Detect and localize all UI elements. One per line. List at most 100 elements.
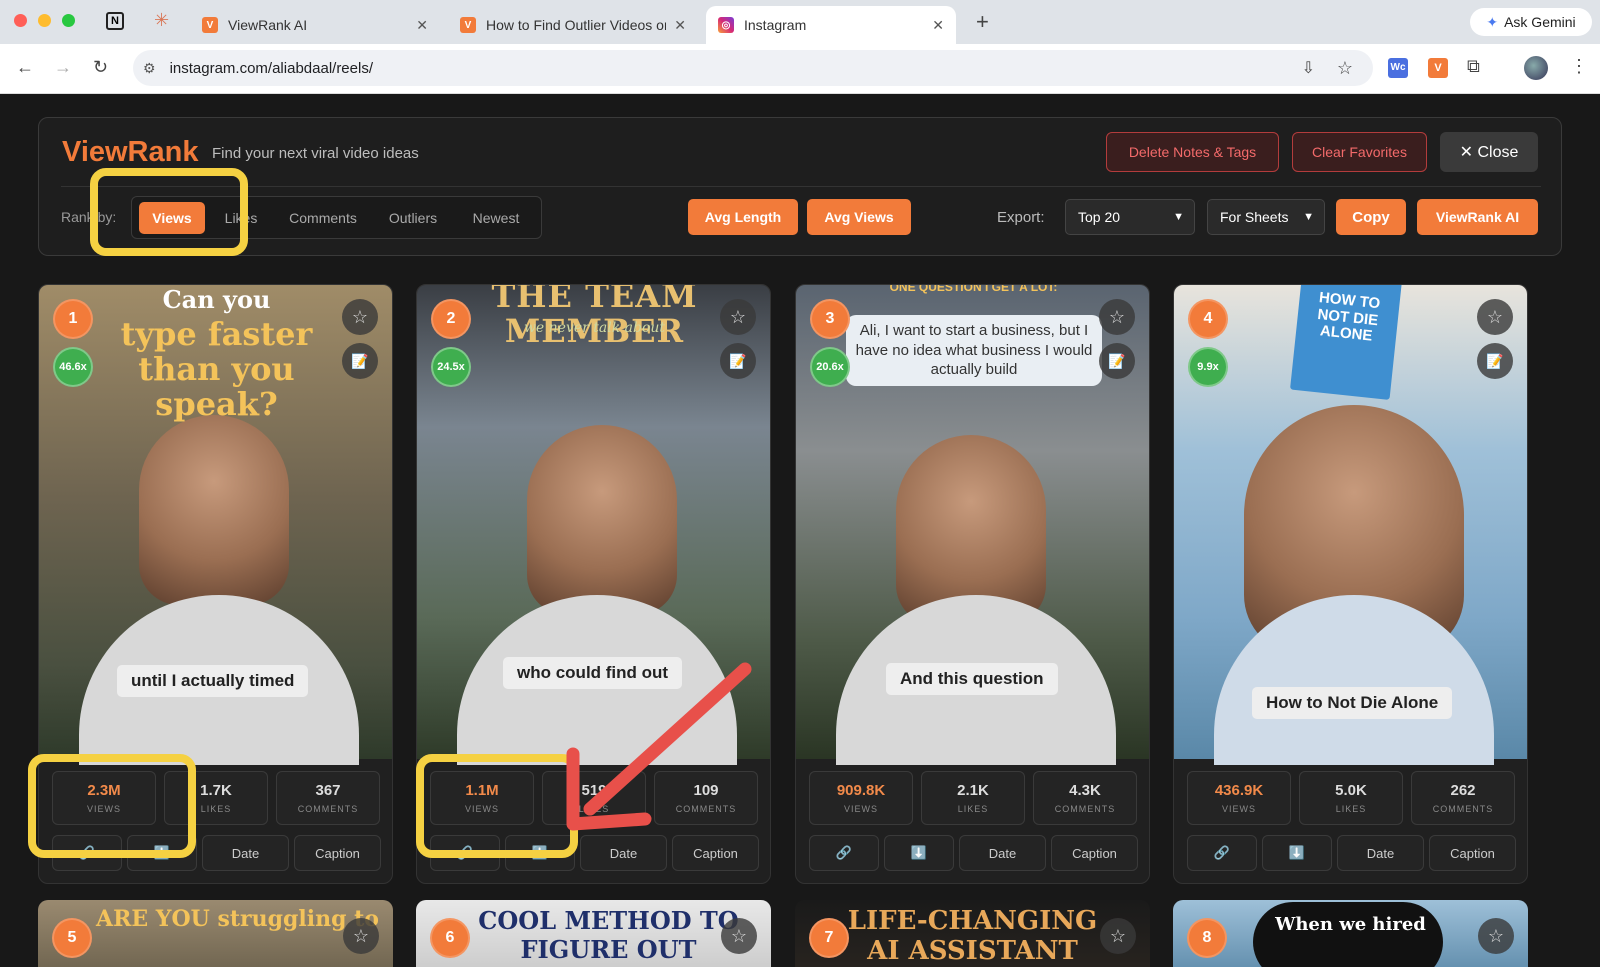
rank-tab-comments[interactable]: Comments xyxy=(278,202,368,234)
rank-badge: 8 xyxy=(1187,918,1227,958)
note-icon[interactable]: 📝 xyxy=(1477,343,1513,379)
reel-card-5[interactable]: ARE YOU struggling to 5 ☆ xyxy=(38,900,393,967)
pinned-tab-notion[interactable]: N xyxy=(106,12,124,30)
caption-button[interactable]: Caption xyxy=(1429,835,1516,871)
views-value: 436.9K xyxy=(1214,782,1264,799)
hook-text: Ali, I want to start a business, but I h… xyxy=(846,315,1102,386)
close-tab-icon[interactable]: ✕ xyxy=(674,17,686,34)
caption-button[interactable]: Caption xyxy=(672,835,759,871)
extensions-icon[interactable]: ⧉ xyxy=(1467,56,1480,77)
hook-top-text: ONE QUESTION I GET A LOT: xyxy=(889,284,1058,294)
browser-menu-icon[interactable]: ⋮ xyxy=(1570,56,1588,77)
reload-icon[interactable]: ↻ xyxy=(93,57,108,78)
ask-gemini-button[interactable]: ✦ Ask Gemini xyxy=(1470,8,1592,36)
reel-thumbnail[interactable]: HOW TO NOT DIE ALONE How to Not Die Alon… xyxy=(1174,285,1527,765)
export-label: Export: xyxy=(997,209,1045,226)
viewrank-tagline: Find your next viral video ideas xyxy=(212,145,419,162)
tab-instagram[interactable]: ◎ Instagram ✕ xyxy=(706,6,956,44)
dropdown-caret-icon: ▼ xyxy=(1303,211,1314,223)
comments-value: 367 xyxy=(315,782,341,799)
caption-button[interactable]: Caption xyxy=(1051,835,1138,871)
reel-card-6[interactable]: COOL METHOD TO FIGURE OUT 6 ☆ xyxy=(416,900,771,967)
reel-card-3[interactable]: ONE QUESTION I GET A LOT: Ali, I want to… xyxy=(795,284,1150,884)
favorite-star-icon[interactable]: ☆ xyxy=(1478,918,1514,954)
views-stat: 909.8K VIEWS xyxy=(809,771,913,825)
note-icon[interactable]: 📝 xyxy=(1099,343,1135,379)
wordcounter-extension-icon[interactable]: Wc xyxy=(1388,58,1408,78)
comments-label: COMMENTS xyxy=(1054,804,1116,814)
rank-badge: 6 xyxy=(430,918,470,958)
favorite-star-icon[interactable]: ☆ xyxy=(342,299,378,335)
views-label: VIEWS xyxy=(1221,804,1256,814)
close-tab-icon[interactable]: ✕ xyxy=(932,17,944,34)
note-icon[interactable]: 📝 xyxy=(720,343,756,379)
likes-value: 2.1K xyxy=(957,782,989,799)
download-button[interactable]: ⬇️ xyxy=(884,835,954,871)
url-text: instagram.com/aliabdaal/reels/ xyxy=(169,59,373,77)
date-button[interactable]: Date xyxy=(959,835,1046,871)
viewrank-extension-icon[interactable]: V xyxy=(1428,58,1448,78)
person-figure xyxy=(527,425,677,615)
comments-stat: 262 COMMENTS xyxy=(1411,771,1515,825)
favorite-star-icon[interactable]: ☆ xyxy=(720,299,756,335)
close-window-button[interactable] xyxy=(14,14,27,27)
close-tab-icon[interactable]: ✕ xyxy=(416,17,428,34)
favorite-star-icon[interactable]: ☆ xyxy=(343,918,379,954)
video-caption: until I actually timed xyxy=(117,665,309,697)
likes-value: 5.0K xyxy=(1335,782,1367,799)
bookmark-star-icon[interactable]: ☆ xyxy=(1337,58,1353,79)
rank-badge: 7 xyxy=(809,918,849,958)
rank-badge: 2 xyxy=(431,299,471,339)
reel-thumbnail[interactable]: ONE QUESTION I GET A LOT: Ali, I want to… xyxy=(796,284,1149,765)
likes-label: LIKES xyxy=(957,804,989,814)
site-info-icon[interactable]: ⚙ xyxy=(143,60,156,77)
caption-button[interactable]: Caption xyxy=(294,835,381,871)
minimize-window-button[interactable] xyxy=(38,14,51,27)
viewrank-logo: ViewRank xyxy=(62,136,199,168)
comments-value: 262 xyxy=(1450,782,1476,799)
reel-card-4[interactable]: HOW TO NOT DIE ALONE How to Not Die Alon… xyxy=(1173,284,1528,884)
rank-tab-outliers[interactable]: Outliers xyxy=(376,202,450,234)
reel-card-7[interactable]: LIFE-CHANGING AI ASSISTANT 7 ☆ xyxy=(795,900,1150,967)
browser-tab-bar: N ✳ V ViewRank AI ✕ V How to Find Outlie… xyxy=(0,0,1600,44)
rank-badge: 5 xyxy=(52,918,92,958)
date-button[interactable]: Date xyxy=(1337,835,1424,871)
comments-label: COMMENTS xyxy=(297,804,359,814)
favorite-star-icon[interactable]: ☆ xyxy=(1100,918,1136,954)
clear-favorites-button[interactable]: Clear Favorites xyxy=(1292,132,1427,172)
copy-button[interactable]: Copy xyxy=(1336,199,1406,235)
delete-notes-tags-button[interactable]: Delete Notes & Tags xyxy=(1106,132,1279,172)
favorite-star-icon[interactable]: ☆ xyxy=(1477,299,1513,335)
favorite-star-icon[interactable]: ☆ xyxy=(721,918,757,954)
rank-tab-newest[interactable]: Newest xyxy=(458,202,534,234)
reel-thumbnail[interactable]: Can you type faster than you speak? unti… xyxy=(39,285,392,765)
maximize-window-button[interactable] xyxy=(62,14,75,27)
install-icon[interactable]: ⇩ xyxy=(1302,58,1315,78)
note-icon[interactable]: 📝 xyxy=(342,343,378,379)
comments-label: COMMENTS xyxy=(1432,804,1494,814)
viewrank-ai-button[interactable]: ViewRank AI xyxy=(1417,199,1538,235)
download-button[interactable]: ⬇️ xyxy=(1262,835,1332,871)
link-button[interactable]: 🔗 xyxy=(809,835,879,871)
export-count-select[interactable]: Top 20 ▼ xyxy=(1065,199,1195,235)
reel-card-8[interactable]: When we hired 8 ☆ xyxy=(1173,900,1528,967)
date-button[interactable]: Date xyxy=(202,835,289,871)
forward-icon[interactable]: → xyxy=(54,57,72,78)
address-bar[interactable]: ⚙ instagram.com/aliabdaal/reels/ ⇩ ☆ xyxy=(133,50,1373,86)
date-button[interactable]: Date xyxy=(580,835,667,871)
pinned-tab-claude[interactable]: ✳ xyxy=(154,10,169,31)
tab-viewrank-ai[interactable]: V ViewRank AI ✕ xyxy=(190,6,440,44)
avg-views-button[interactable]: Avg Views xyxy=(807,199,911,235)
export-format-select[interactable]: For Sheets ▼ xyxy=(1207,199,1325,235)
close-button[interactable]: ✕ Close xyxy=(1440,132,1538,172)
viewrank-favicon-icon: V xyxy=(202,17,218,33)
avg-length-button[interactable]: Avg Length xyxy=(688,199,798,235)
red-arrow-annotation xyxy=(566,662,752,831)
favorite-star-icon[interactable]: ☆ xyxy=(1099,299,1135,335)
link-button[interactable]: 🔗 xyxy=(1187,835,1257,871)
profile-avatar[interactable] xyxy=(1524,56,1548,80)
tab-outlier-videos[interactable]: V How to Find Outlier Videos on ✕ xyxy=(448,6,698,44)
new-tab-button[interactable]: + xyxy=(976,9,989,35)
back-icon[interactable]: ← xyxy=(16,57,34,78)
outlier-multiplier-badge: 24.5x xyxy=(431,347,471,387)
